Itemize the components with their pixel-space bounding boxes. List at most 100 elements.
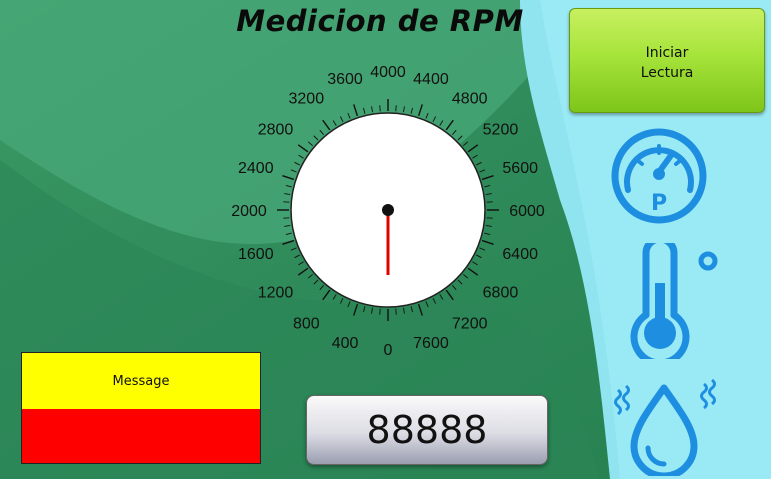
gauge-minor-tick [339,298,344,304]
gauge-minor-tick [298,154,304,159]
start-reading-line1: Iniciar [645,45,689,61]
gauge-minor-tick [451,129,457,136]
gauge-minor-tick [479,169,486,173]
gauge-minor-tick [298,261,304,266]
gauge-major-tick [322,289,331,301]
gauge-minor-tick [285,185,292,188]
gauge-label: 400 [332,335,359,352]
pressure-gauge-icon[interactable]: P [606,124,712,228]
water-drop-icon[interactable] [606,376,724,476]
gauge-minor-tick [347,301,351,308]
gauge-minor-tick [485,225,492,227]
gauge-major-tick [417,104,423,117]
gauge-minor-tick [363,306,366,313]
gauge-minor-tick [476,161,482,166]
start-reading-button[interactable]: Iniciar Lectura [569,8,765,113]
message-text: Message [22,353,260,409]
gauge-minor-tick [432,116,437,122]
gauge-minor-tick [403,307,405,314]
gauge-label: 4000 [370,64,406,81]
gauge-major-tick [481,239,494,245]
gauge-minor-tick [425,301,429,308]
gauge-minor-tick [313,279,319,285]
gauge-minor-tick [485,193,492,195]
gauge-major-tick [297,267,309,276]
gauge-major-tick [467,144,479,153]
start-reading-label: Iniciar Lectura [570,43,764,83]
gauge-minor-tick [284,225,291,227]
gauge-major-tick [282,239,295,245]
gauge-label: 1200 [258,285,294,302]
gauge-minor-tick [347,112,351,119]
gauge-major-tick [445,289,454,301]
gauge-minor-tick [410,306,413,313]
gauge-major-tick [481,175,494,181]
gauge-minor-tick [457,135,463,141]
gauge-minor-tick [319,129,325,136]
gauge-label: 4800 [452,91,488,108]
gauge-minor-tick [332,294,337,300]
gauge-label: 7600 [413,335,449,352]
gauge-major-tick [353,303,359,316]
start-reading-line2: Lectura [640,65,694,81]
gauge-major-tick [353,104,359,117]
gauge-label: 6400 [502,246,538,263]
thermometer-icon[interactable] [624,243,724,359]
gauge-minor-tick [425,112,429,119]
gauge-major-tick [417,303,423,316]
gauge-minor-tick [479,247,486,251]
gauge-minor-tick [339,116,344,122]
gauge-minor-tick [294,254,300,259]
rpm-readout-value: 88888 [366,408,488,452]
gauge-minor-tick [472,261,478,266]
gauge-label: 2000 [231,203,267,220]
gauge-minor-tick [363,107,366,114]
gauge-label: 6800 [483,285,519,302]
gauge-minor-tick [462,273,469,279]
gauge-label: 2800 [258,121,294,138]
gauge-minor-tick [290,247,297,251]
gauge-major-tick [467,267,479,276]
gauge-minor-tick [476,254,482,259]
gauge-label: 5600 [502,160,538,177]
message-alarm-bar [22,409,260,463]
gauge-label: 3600 [327,71,363,88]
gauge-major-tick [322,119,331,131]
gauge-minor-tick [432,298,437,304]
gauge-major-tick [282,175,295,181]
gauge-minor-tick [319,284,325,291]
gauge-minor-tick [284,193,291,195]
pressure-letter: P [651,191,667,216]
gauge-minor-tick [371,106,373,113]
gauge-minor-tick [484,232,491,235]
gauge-label: 4400 [413,71,449,88]
gauge-label: 7200 [452,315,488,332]
gauge-major-tick [445,119,454,131]
gauge-minor-tick [451,284,457,291]
gauge-label: 3200 [289,91,325,108]
gauge-minor-tick [410,107,413,114]
gauge-minor-tick [313,135,319,141]
gauge-label: 800 [293,315,320,332]
gauge-minor-tick [403,106,405,113]
gauge-minor-tick [290,169,297,173]
gauge-label: 6000 [509,203,545,220]
gauge-label: 2400 [238,160,274,177]
gauge-hub [382,204,394,216]
message-panel: Message [21,352,261,464]
gauge-minor-tick [307,273,314,279]
gauge-minor-tick [332,120,337,126]
gauge-minor-tick [294,161,300,166]
gauge-minor-tick [439,120,444,126]
gauge-minor-tick [462,141,469,147]
gauge-minor-tick [439,294,444,300]
gauge-minor-tick [371,307,373,314]
gauge-label: 5200 [483,121,519,138]
rpm-readout: 88888 [306,395,548,465]
gauge-label: 1600 [238,246,274,263]
gauge-minor-tick [472,154,478,159]
gauge-major-tick [297,144,309,153]
gauge-minor-tick [484,185,491,188]
gauge-minor-tick [307,141,314,147]
gauge-minor-tick [285,232,292,235]
